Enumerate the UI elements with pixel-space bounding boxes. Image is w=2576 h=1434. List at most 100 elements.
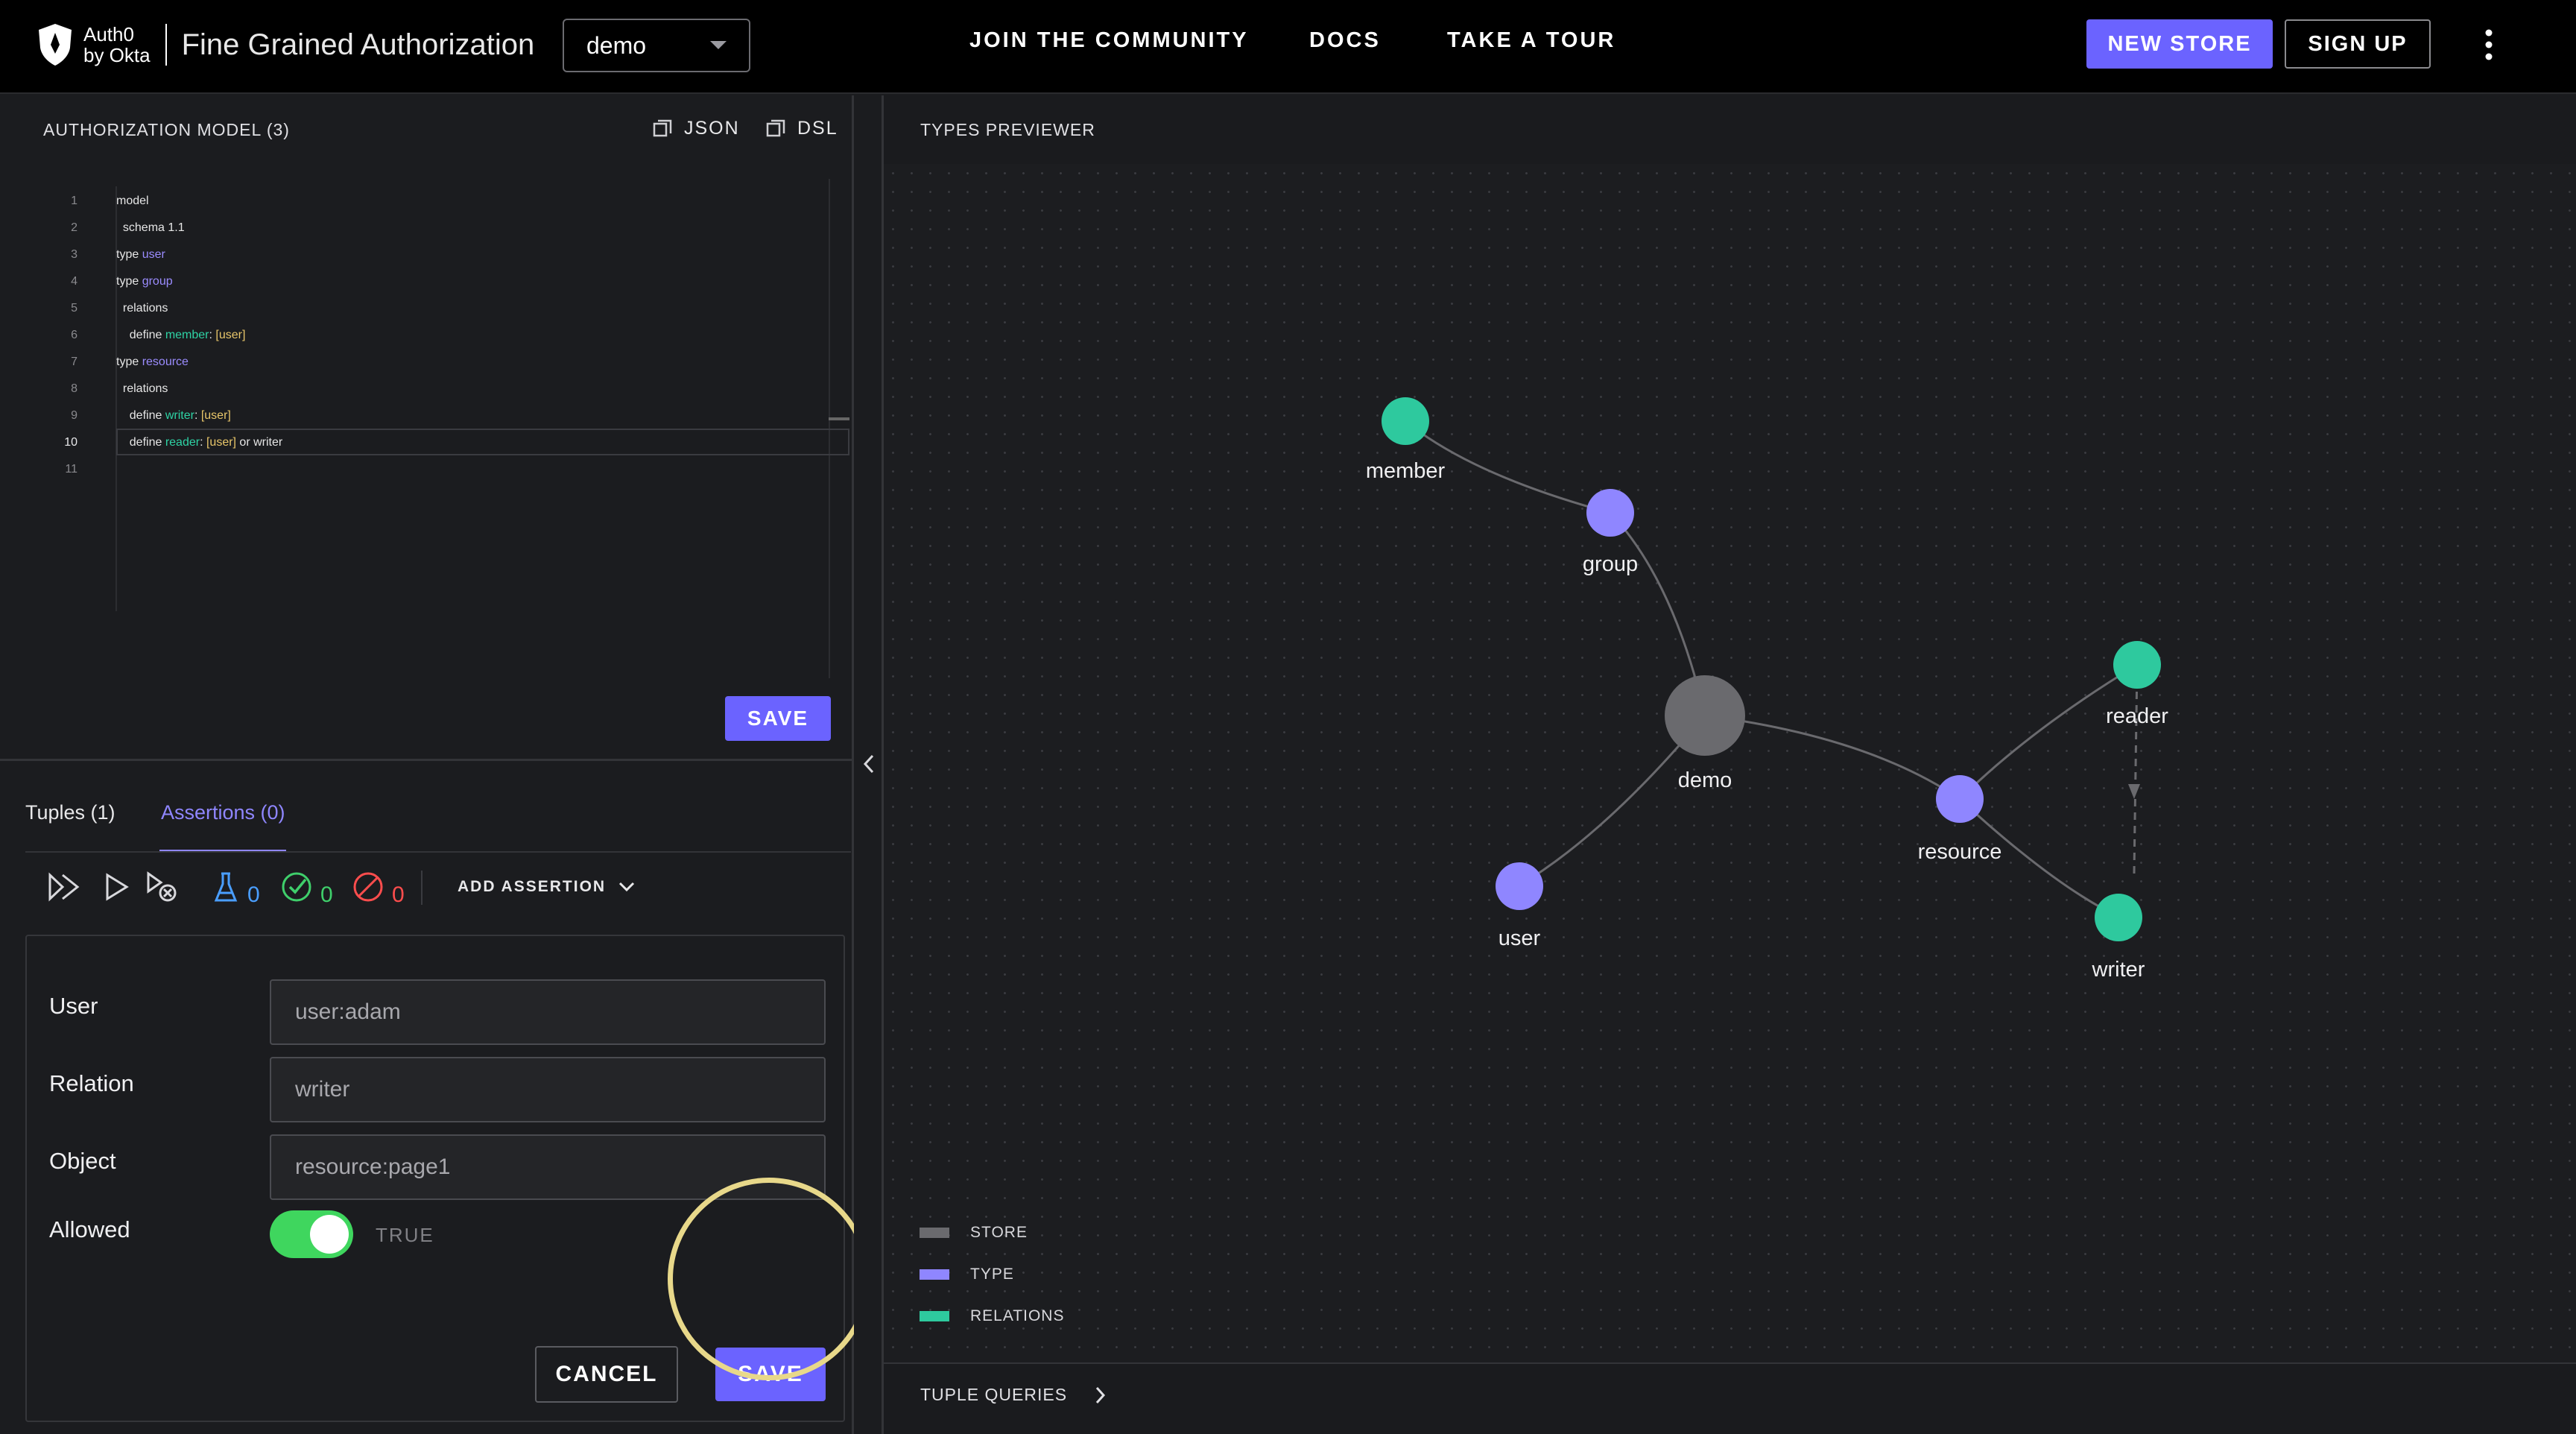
line-number: 11 [65,463,77,476]
code-token: define [116,409,165,422]
code-token: member [165,329,209,341]
store-select[interactable]: demo [563,19,750,72]
legend-swatch-store [920,1228,949,1238]
tab-assertions[interactable]: Assertions (0) [161,801,285,824]
left-panel: AUTHORIZATION MODEL (3) JSON DSL 1 model 2… [0,95,870,1434]
sign-up-button[interactable]: SIGN UP [2285,19,2431,69]
allowed-label: Allowed [49,1216,130,1242]
node-user[interactable] [1496,862,1543,910]
json-button[interactable]: JSON [653,118,740,139]
code-token: 1.1 [168,221,185,234]
code-token: writer [165,409,194,422]
model-code-editor[interactable]: 1 model 2 schema 1.1 3 type user 4 type group 5… [0,179,849,768]
panel-divider [0,759,854,761]
top-bar: Auth0 by Okta Fine Grained Authorization… [0,0,2576,94]
chevron-left-icon[interactable] [861,753,876,775]
allowed-toggle[interactable] [270,1210,353,1258]
node-label-resource: resource [1918,840,2002,864]
highlight-ring [668,1178,870,1380]
code-token: reader [165,436,200,449]
code-line: model [116,188,149,215]
add-assertion-label: ADD ASSERTION [458,878,607,895]
line-number: 4 [71,275,77,288]
node-writer[interactable] [2095,894,2142,941]
line-number: 3 [71,248,77,261]
node-label-reader: reader [2106,704,2168,728]
code-token: type [116,356,142,368]
user-input[interactable]: user:adam [270,979,826,1045]
chevron-down-icon [619,882,635,892]
run-icon[interactable] [104,872,130,902]
run-all-icon[interactable] [48,872,80,902]
user-label: User [49,993,98,1019]
copy-icon [653,119,672,136]
node-group[interactable] [1586,489,1634,537]
types-graph: member group demo user resource reader w… [1366,397,2168,982]
code-token: user [142,248,165,261]
code-token: define [116,436,165,449]
node-demo[interactable] [1665,675,1745,756]
legend-swatch-relations [920,1311,949,1321]
clear-results-icon[interactable] [146,871,177,903]
legend-label-relations: RELATIONS [970,1307,1065,1324]
node-member[interactable] [1382,397,1429,445]
code-token: define [116,329,165,341]
passed-count: 0 [320,882,333,907]
store-select-value: demo [586,31,647,59]
code-token: [user] [200,409,231,422]
nav-join-community[interactable]: JOIN THE COMMUNITY [969,28,1249,53]
line-number: 5 [71,302,77,315]
types-previewer-panel: TYPES PREVIEWER member group demo user r… [884,95,2576,1434]
relation-input[interactable]: writer [270,1057,826,1122]
code-token: [user] [206,436,236,449]
nav-docs[interactable]: DOCS [1309,28,1381,53]
failed-count: 0 [392,882,405,907]
legend-type: TYPE [920,1266,1014,1283]
relation-label: Relation [49,1070,134,1096]
tuple-queries-label: TUPLE QUERIES [920,1385,1068,1404]
model-save-button[interactable]: SAVE [725,696,831,741]
cancel-button[interactable]: CANCEL [535,1346,678,1403]
total-count: 0 [247,882,260,907]
node-resource[interactable] [1936,775,1984,823]
nav-take-tour[interactable]: TAKE A TOUR [1447,28,1615,53]
code-token: relations [116,382,168,395]
node-reader[interactable] [2113,641,2161,689]
code-line: define writer: [user] [116,402,231,429]
code-token: model [116,195,149,207]
code-line: type group [116,268,173,295]
legend-swatch-type [920,1269,949,1280]
code-line: define reader: [user] or writer [116,429,282,456]
more-options-icon[interactable] [2481,28,2496,61]
app-title: Fine Grained Authorization [181,28,535,61]
tab-tuples[interactable]: Tuples (1) [25,801,115,824]
legend-label-store: STORE [970,1224,1028,1241]
node-label-demo: demo [1678,768,1732,792]
failed-circle-icon [353,872,383,902]
allowed-state: TRUE [376,1224,434,1246]
node-label-member: member [1366,459,1446,483]
line-number: 7 [71,356,77,368]
logo[interactable]: Auth0 by Okta Fine Grained Authorization [36,22,534,67]
arrow-head-icon [2128,784,2140,799]
node-label-group: group [1583,552,1638,576]
code-token: type [116,275,142,288]
dsl-button[interactable]: DSL [766,118,838,139]
object-label: Object [49,1148,116,1174]
code-token: type [116,248,142,261]
new-store-button[interactable]: NEW STORE [2086,19,2273,69]
legend-store: STORE [920,1224,1028,1242]
tuple-queries-divider [884,1362,2576,1364]
caret-down-icon [710,41,727,49]
toggle-knob [310,1215,349,1254]
tuple-queries-toggle[interactable]: TUPLE QUERIES [920,1385,1106,1405]
code-line: define member: [user] [116,322,246,349]
check-circle-icon [282,872,311,902]
copy-icon [766,119,785,136]
code-token: schema [116,221,168,234]
panel-resizer[interactable] [854,95,884,1434]
line-number: 6 [71,329,77,341]
add-assertion-button[interactable]: ADD ASSERTION [458,878,636,896]
code-token: [user] [215,329,246,341]
line-number: 10 [64,436,77,449]
